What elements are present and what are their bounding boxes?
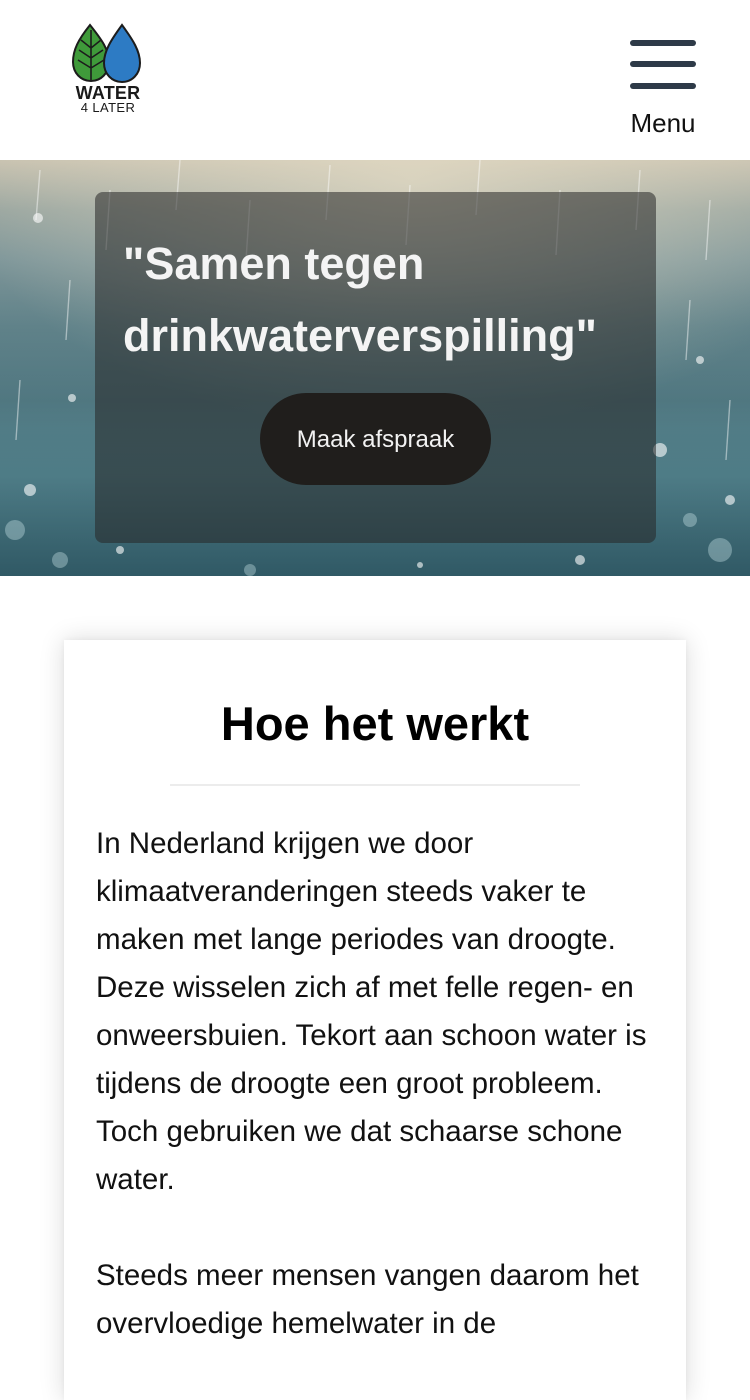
make-appointment-button[interactable]: Maak afspraak (260, 393, 491, 485)
hamburger-icon (630, 40, 696, 46)
hero-overlay-box: "Samen tegen drinkwaterverspilling" Maak… (95, 192, 656, 543)
hamburger-icon-bar (630, 83, 696, 89)
section-title: Hoe het werkt (220, 697, 530, 750)
hamburger-icon-bar (630, 61, 696, 67)
hero-banner: "Samen tegen drinkwaterverspilling" Maak… (0, 160, 750, 576)
menu-label: Menu (630, 108, 696, 138)
site-header: WATER 4 LATER Menu (0, 0, 750, 160)
menu-button[interactable]: Menu (622, 36, 704, 142)
logo-text-4-later: 4 LATER (80, 100, 136, 115)
leaf-and-waterdrop-icon (71, 23, 142, 84)
how-it-works-card: Hoe het werkt In Nederland krijgen we do… (64, 640, 686, 1400)
hero-title: "Samen tegen drinkwaterverspilling" (123, 238, 597, 361)
intro-paragraph: In Nederland krijgen we door klimaatvera… (96, 827, 647, 1196)
title-divider (170, 784, 580, 786)
